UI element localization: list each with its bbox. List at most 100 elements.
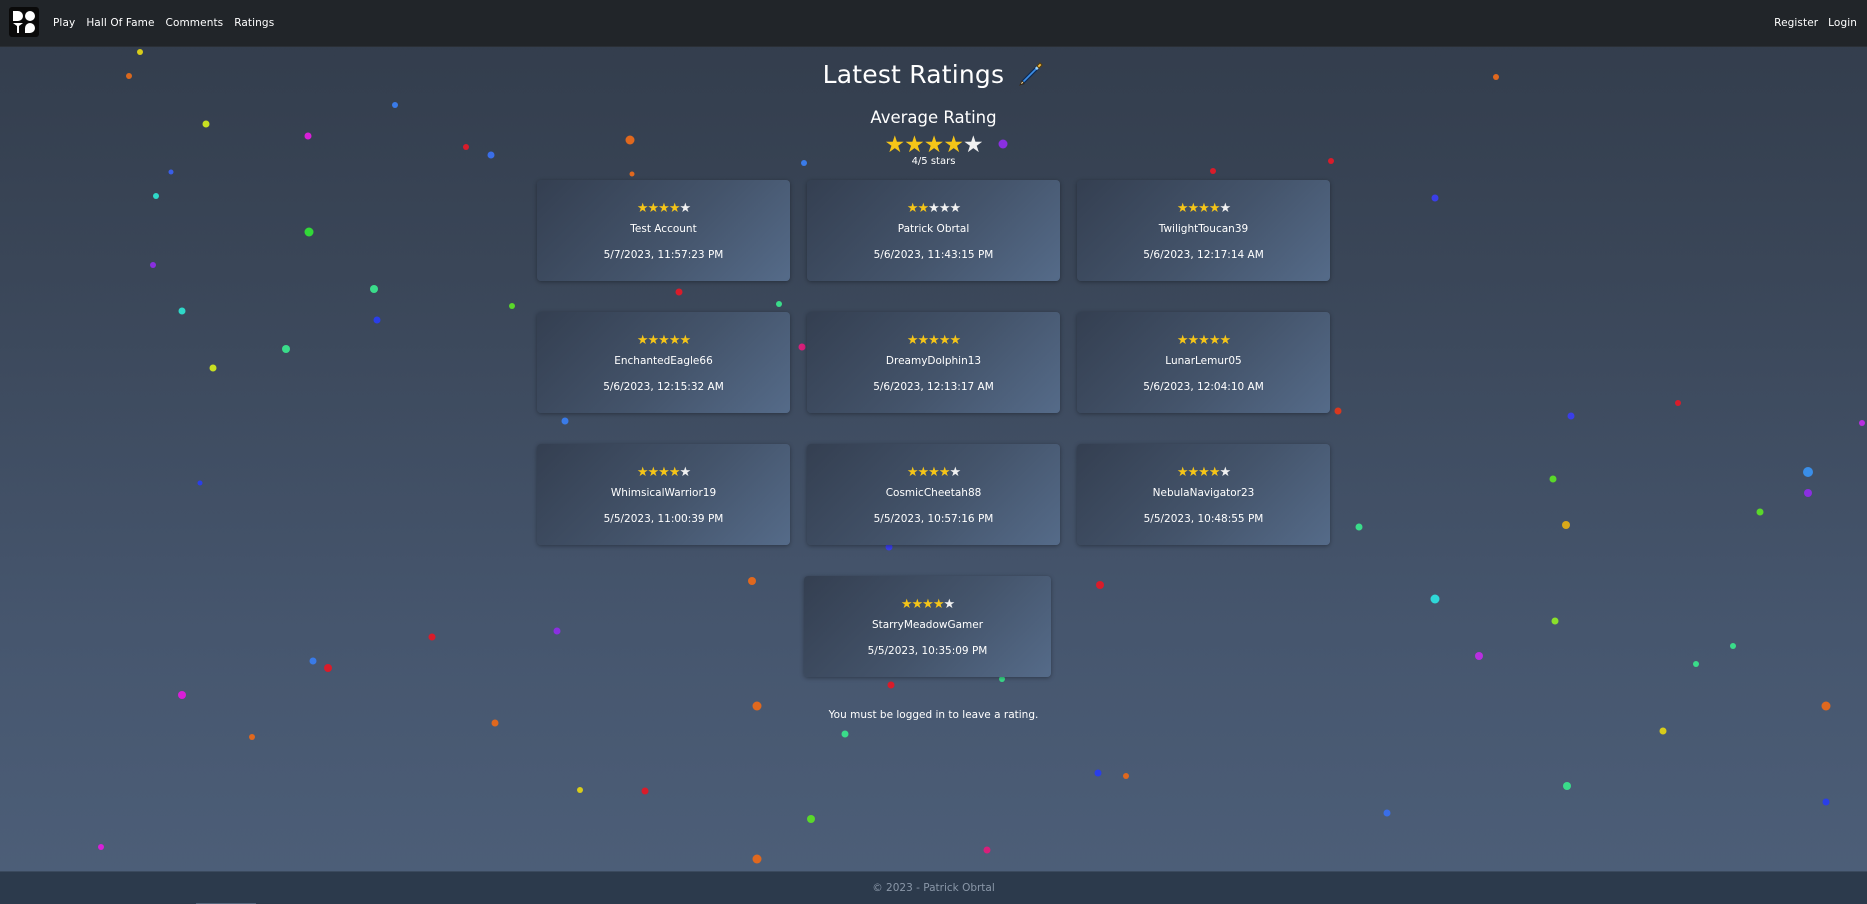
star-empty-icon: ★	[949, 465, 961, 480]
nav-link-hall-of-fame[interactable]: Hall Of Fame	[86, 17, 154, 29]
nav-link-comments[interactable]: Comments	[166, 17, 224, 29]
confetti-dot	[1562, 521, 1570, 529]
star-filled-icon: ★	[668, 201, 681, 216]
rating-stars: ★★★★★	[537, 466, 790, 480]
star-filled-icon: ★	[938, 333, 951, 348]
confetti-dot	[807, 815, 815, 823]
rating-date: 5/6/2023, 12:15:32 AM	[603, 381, 724, 393]
confetti-dot	[1355, 523, 1363, 531]
star-filled-icon: ★	[1198, 465, 1210, 480]
rating-username: StarryMeadowGamer	[871, 619, 984, 631]
confetti-dot	[209, 364, 217, 372]
confetti-dot	[1430, 594, 1440, 604]
star-filled-icon: ★	[658, 333, 670, 348]
confetti-dot	[1804, 489, 1812, 497]
confetti-dot	[249, 734, 255, 740]
star-filled-icon: ★	[917, 333, 930, 348]
star-filled-icon: ★	[647, 201, 660, 216]
confetti-dot	[1859, 420, 1865, 426]
rating-date: 5/6/2023, 11:43:15 PM	[873, 249, 994, 261]
star-filled-icon: ★	[1219, 333, 1231, 348]
confetti-dot	[841, 730, 849, 738]
confetti-dot	[1822, 798, 1830, 806]
confetti-dot	[304, 227, 314, 237]
rating-date: 5/5/2023, 11:00:39 PM	[603, 513, 724, 525]
star-empty-icon: ★	[1219, 201, 1231, 216]
confetti-dot	[1334, 407, 1342, 415]
rating-stars: ★★★★★	[1077, 202, 1330, 216]
confetti-dot	[282, 345, 290, 353]
register-link[interactable]: Register	[1774, 17, 1818, 29]
rating-username: DreamyDolphin13	[885, 355, 982, 367]
confetti-dot	[309, 657, 317, 665]
confetti-dot	[577, 787, 583, 793]
star-filled-icon: ★	[668, 333, 681, 348]
star-filled-icon: ★	[1176, 201, 1189, 216]
star-empty-icon: ★	[962, 132, 984, 158]
confetti-dot	[197, 480, 203, 486]
confetti-dot	[1563, 782, 1571, 790]
footer: © 2023 - Patrick Obrtal	[0, 871, 1867, 904]
star-filled-icon: ★	[932, 597, 945, 612]
confetti-dot	[1659, 727, 1667, 735]
confetti-dot	[1549, 475, 1557, 483]
page-title-text: Latest Ratings	[822, 60, 1005, 89]
rating-stars: ★★★★★	[1077, 466, 1330, 480]
star-filled-icon: ★	[922, 597, 934, 612]
average-rating-heading: Average Rating	[870, 108, 997, 127]
rating-date: 5/5/2023, 10:48:55 PM	[1143, 513, 1264, 525]
star-filled-icon: ★	[923, 132, 945, 158]
star-filled-icon: ★	[911, 597, 924, 612]
average-rating-stars: ★★★★★	[0, 131, 1867, 159]
star-filled-icon: ★	[636, 201, 649, 216]
star-filled-icon: ★	[884, 132, 905, 158]
confetti-dot	[1693, 661, 1699, 667]
confetti-dot	[1567, 412, 1575, 420]
star-filled-icon: ★	[1208, 333, 1221, 348]
ratings-grid: ★★★★★ Test Account 5/7/2023, 11:57:23 PM ★★…	[537, 180, 1331, 677]
star-empty-icon: ★	[679, 201, 691, 216]
pen-icon	[1019, 62, 1044, 86]
rating-username: WhimsicalWarrior19	[610, 487, 717, 499]
star-filled-icon: ★	[928, 333, 940, 348]
confetti-dot	[137, 49, 143, 55]
star-empty-icon: ★	[928, 201, 940, 216]
rating-stars: ★★★★★	[1077, 334, 1330, 348]
confetti-dot	[428, 633, 436, 641]
rating-stars: ★★★★★	[807, 334, 1060, 348]
star-filled-icon: ★	[1176, 465, 1189, 480]
confetti-dot	[752, 854, 762, 864]
rating-date: 5/5/2023, 10:35:09 PM	[867, 645, 988, 657]
rating-card: ★★★★★ StarryMeadowGamer 5/5/2023, 10:35:09…	[804, 576, 1051, 677]
rating-card: ★★★★★ DreamyDolphin13 5/6/2023, 12:13:17 A…	[807, 312, 1060, 413]
confetti-dot	[150, 262, 156, 268]
star-empty-icon: ★	[679, 465, 691, 480]
confetti-dot	[1675, 400, 1681, 406]
rating-date: 5/7/2023, 11:57:23 PM	[603, 249, 724, 261]
rating-date: 5/5/2023, 10:57:16 PM	[873, 513, 994, 525]
confetti-dot	[1123, 773, 1129, 779]
rating-stars: ★★★★★	[537, 202, 790, 216]
star-filled-icon: ★	[1187, 465, 1200, 480]
star-filled-icon: ★	[658, 201, 670, 216]
rating-card: ★★★★★ LunarLemur05 5/6/2023, 12:04:10 AM	[1077, 312, 1330, 413]
star-filled-icon: ★	[647, 333, 660, 348]
rating-card: ★★★★★ TwilightToucan39 5/6/2023, 12:17:14 …	[1077, 180, 1330, 281]
confetti-dot	[168, 169, 174, 175]
star-filled-icon: ★	[647, 465, 660, 480]
star-filled-icon: ★	[906, 201, 919, 216]
confetti-dot	[1551, 617, 1559, 625]
star-filled-icon: ★	[668, 465, 681, 480]
rating-username: EnchantedEagle66	[614, 355, 713, 367]
rating-card: ★★★★★ Patrick Obrtal 5/6/2023, 11:43:15 PM	[807, 180, 1060, 281]
login-link[interactable]: Login	[1828, 17, 1857, 29]
nav-link-ratings[interactable]: Ratings	[234, 17, 274, 29]
nav-link-play[interactable]: Play	[53, 17, 75, 29]
star-filled-icon: ★	[1176, 333, 1189, 348]
confetti-dot	[1730, 643, 1736, 649]
dots-logo[interactable]	[9, 7, 39, 37]
confetti-dot	[178, 691, 186, 699]
average-rating-caption: 4/5 stars	[911, 156, 956, 167]
confetti-dot	[887, 681, 895, 689]
confetti-dot	[509, 303, 515, 309]
